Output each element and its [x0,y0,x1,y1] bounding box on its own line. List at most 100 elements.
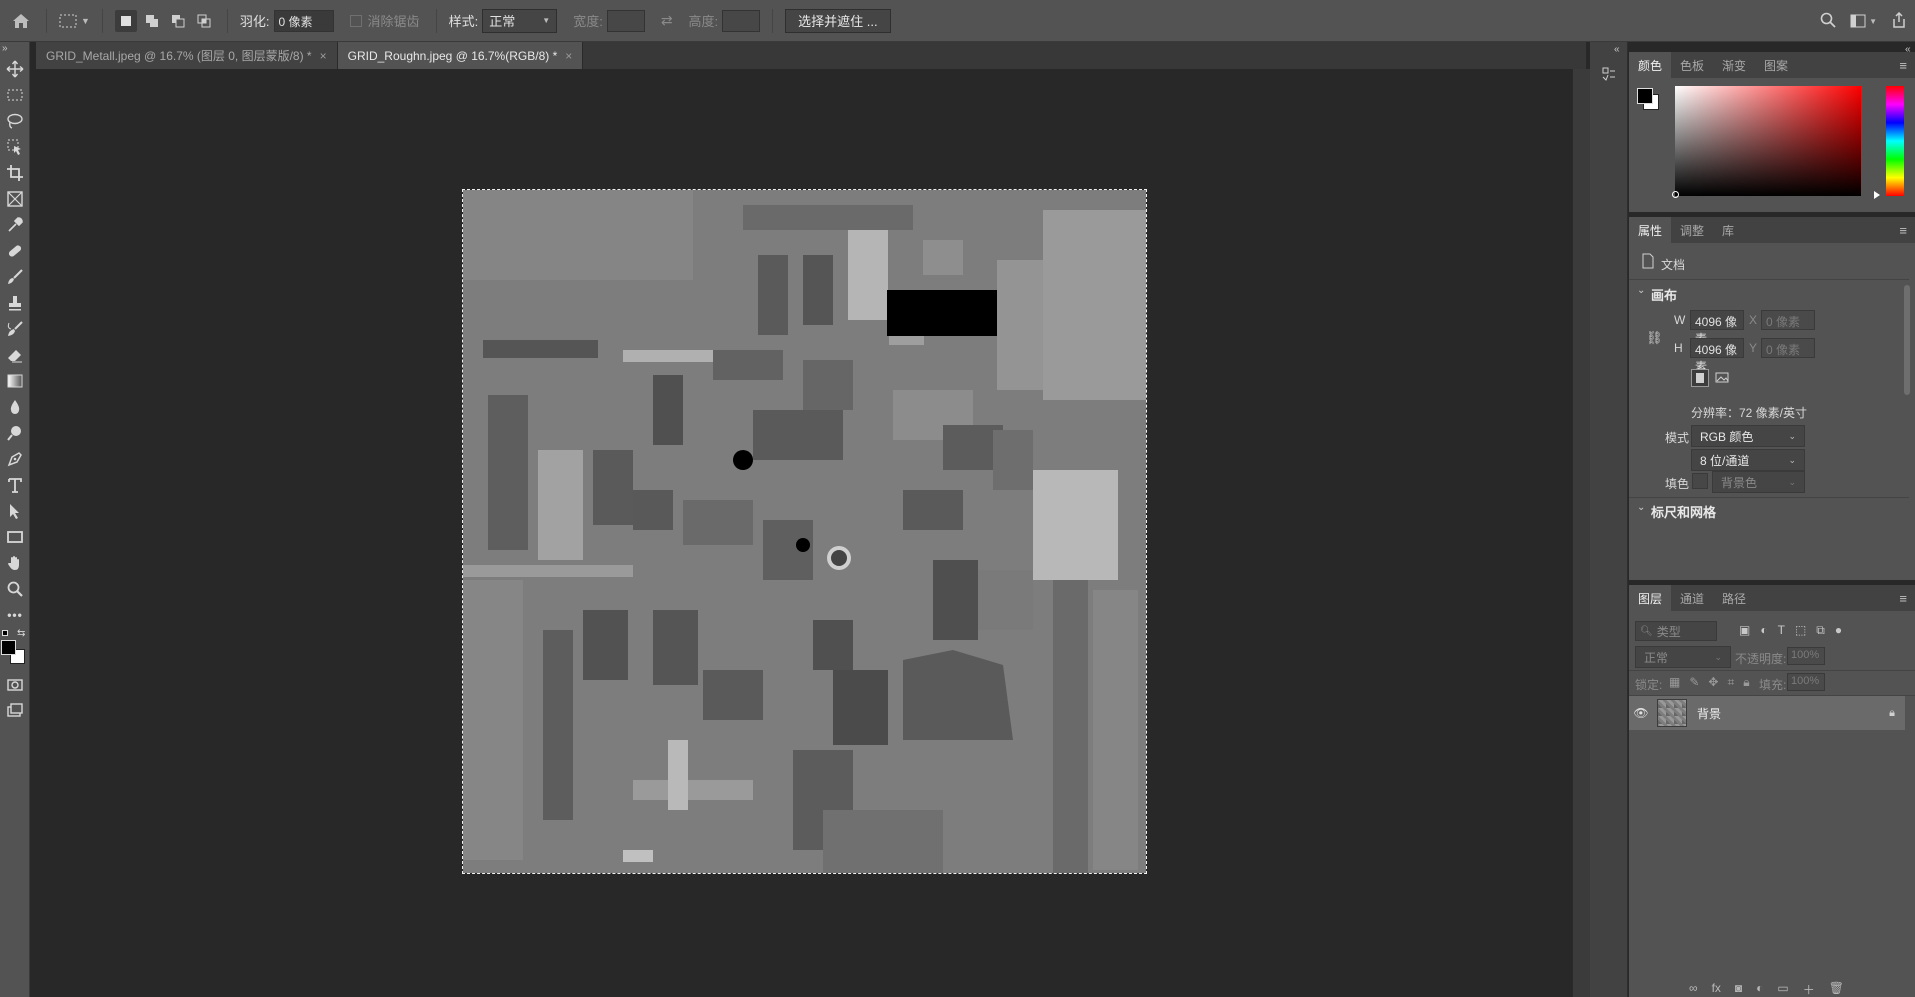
tab-adjustments[interactable]: 调整 [1671,217,1713,243]
mini-strip-collapse-icon[interactable]: « [1614,44,1620,55]
tab-layers[interactable]: 图层 [1629,585,1672,611]
style-select[interactable]: 正常 ▼ [482,8,558,33]
shape-filter-icon[interactable]: ⬚ [1795,623,1806,638]
adjustment-layer-icon[interactable]: ◐ [1756,981,1763,997]
history-panel-button[interactable] [1597,62,1621,86]
brush-tool[interactable] [0,264,30,290]
panel-collapse-icon[interactable]: » [0,42,29,56]
blend-mode-select[interactable]: 正常 ⌄ [1635,646,1731,668]
chevron-down-icon[interactable]: ⌄ [1637,285,1645,296]
chevron-down-icon[interactable]: ⌄ [1637,502,1645,513]
zoom-tool[interactable] [0,576,30,602]
panel-menu-icon[interactable]: ≡ [1899,58,1907,73]
opacity-input[interactable]: 100% [1787,647,1825,665]
canvas-width-input[interactable]: 4096 像素 [1690,310,1744,346]
lock-all-icon[interactable]: 🔒︎ [1743,675,1749,690]
intersect-selection-button[interactable] [193,10,215,32]
type-tool[interactable] [0,472,30,498]
vertical-scrollbar[interactable] [1572,69,1590,997]
home-button[interactable] [0,0,42,42]
fill-color-swatch[interactable] [1692,473,1708,489]
add-to-selection-button[interactable] [141,10,163,32]
tab-paths[interactable]: 路径 [1713,585,1755,611]
layer-filter-select[interactable]: 🔍︎ 类型 [1635,621,1717,641]
landscape-orientation-button[interactable] [1713,369,1731,387]
default-colors-icon[interactable] [2,630,8,636]
gradient-tool[interactable] [0,368,30,394]
marquee-tool[interactable] [0,82,30,108]
close-icon[interactable]: × [320,49,327,63]
marquee-preset-picker[interactable]: ▼ [51,0,98,42]
delete-layer-icon[interactable]: 🗑︎ [1829,981,1844,997]
feather-input[interactable]: 0 像素 [273,9,334,32]
tab-gradients[interactable]: 渐变 [1713,52,1755,78]
canvas-y-input[interactable]: 0 像素 [1761,338,1815,358]
lock-artboard-icon[interactable]: ⌗ [1727,675,1734,690]
portrait-orientation-button[interactable] [1691,369,1709,387]
eraser-tool[interactable] [0,342,30,368]
lock-position-icon[interactable]: ✥ [1708,675,1718,690]
share-icon[interactable] [1891,11,1907,31]
height-input[interactable] [722,9,761,32]
tab-libraries[interactable]: 库 [1713,217,1743,243]
panel-menu-icon[interactable]: ≡ [1899,591,1907,606]
tab-channels[interactable]: 通道 [1671,585,1713,611]
eye-icon[interactable]: 👁︎ [1629,706,1653,720]
tab-grid-metall[interactable]: GRID_Metall.jpeg @ 16.7% (图层 0, 图层蒙版/8) … [36,42,338,69]
link-icon[interactable]: ⛓ [1646,330,1663,346]
workspace-switcher[interactable]: ▼ [1850,14,1877,28]
hand-tool[interactable] [0,550,30,576]
layer-thumbnail[interactable] [1657,699,1687,727]
select-and-mask-button[interactable]: 选择并遮住 ... [785,8,891,33]
new-selection-button[interactable] [114,9,137,32]
smart-object-filter-icon[interactable]: ⧉ [1816,623,1825,638]
rulers-grids-section-title[interactable]: 标尺和网格 [1651,502,1716,521]
right-dock-collapse-icon[interactable]: « [1905,44,1911,55]
new-group-icon[interactable]: ▭ [1777,981,1788,997]
hue-slider-handle[interactable] [1874,191,1880,199]
bit-depth-select[interactable]: 8 位/通道 ⌄ [1691,449,1805,471]
fill-select[interactable]: 背景色 ⌄ [1712,471,1805,493]
subtract-from-selection-button[interactable] [167,10,189,32]
hue-slider[interactable] [1886,86,1904,196]
lock-pixels-icon[interactable]: ✎ [1689,675,1699,690]
image-filter-icon[interactable]: ▣ [1739,623,1750,638]
saturation-brightness-field[interactable] [1675,86,1861,196]
antialias-checkbox[interactable]: 消除锯齿 [342,0,432,42]
fill-input[interactable]: 100% [1787,673,1825,691]
search-icon[interactable] [1820,12,1836,31]
foreground-color-swatch[interactable] [1,640,16,655]
layer-row[interactable]: 👁︎ 背景 🔒︎ [1629,696,1905,730]
healing-brush-tool[interactable] [0,238,30,264]
layer-name[interactable]: 背景 [1697,705,1721,722]
blur-tool[interactable] [0,394,30,420]
swap-dimensions-button[interactable]: ⇄ [653,0,681,42]
filter-toggle-icon[interactable]: ● [1835,623,1842,638]
tab-properties[interactable]: 属性 [1629,217,1672,243]
path-selection-tool[interactable] [0,498,30,524]
lock-transparency-icon[interactable]: ▦ [1669,675,1680,690]
tab-grid-roughn[interactable]: GRID_Roughn.jpeg @ 16.7%(RGB/8) * × [337,42,584,69]
color-picker-handle[interactable] [1672,191,1679,198]
lasso-tool[interactable] [0,108,30,134]
scrollbar-thumb[interactable] [1904,285,1910,395]
clone-stamp-tool[interactable] [0,290,30,316]
panel-menu-icon[interactable]: ≡ [1899,223,1907,238]
adjustment-filter-icon[interactable]: ◐ [1760,623,1767,638]
eyedropper-tool[interactable] [0,212,30,238]
move-tool[interactable] [0,56,30,82]
width-input[interactable] [606,9,645,32]
link-layers-icon[interactable]: ∞ [1689,981,1698,997]
tab-patterns[interactable]: 图案 [1755,52,1797,78]
swap-colors-icon[interactable]: ⇆ [17,628,25,639]
canvas-area[interactable] [36,69,1571,997]
history-brush-tool[interactable] [0,316,30,342]
type-filter-icon[interactable]: T [1778,623,1785,638]
quick-mask-button[interactable] [0,672,30,698]
pen-tool[interactable] [0,446,30,472]
frame-tool[interactable] [0,186,30,212]
edit-toolbar-button[interactable]: ••• [0,602,30,628]
canvas-section-title[interactable]: 画布 [1651,285,1677,304]
properties-scrollbar[interactable] [1903,247,1911,477]
foreground-color-chip[interactable] [1637,88,1653,104]
